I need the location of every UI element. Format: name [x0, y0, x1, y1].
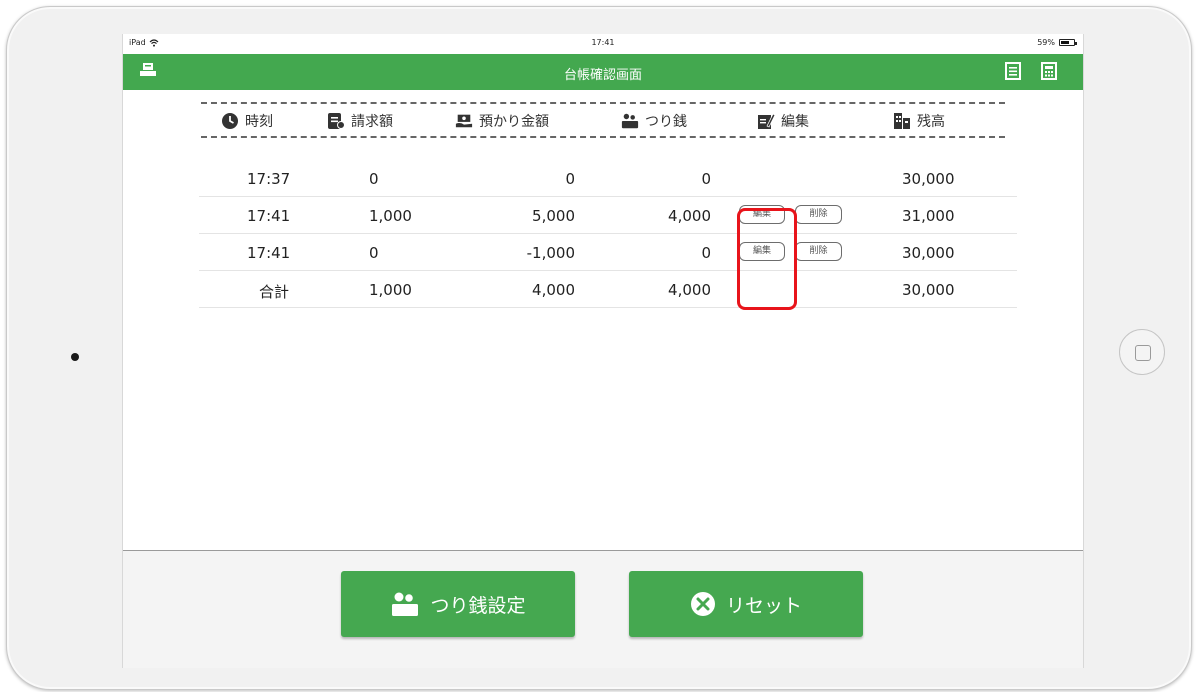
- edit-button[interactable]: 編集: [739, 205, 785, 224]
- cell-change: 0: [701, 244, 711, 262]
- cell-deposit: 5,000: [532, 207, 575, 225]
- total-deposit: 4,000: [532, 281, 575, 299]
- header-time-label: 時刻: [245, 114, 273, 130]
- delete-button[interactable]: 削除: [795, 205, 842, 224]
- cell-time: 17:41: [247, 244, 291, 262]
- cell-deposit: -1,000: [526, 244, 575, 262]
- ledger-table: 17:37 0 0 0 30,000 17:41 1,000 5,000 4,0…: [199, 160, 1017, 308]
- invoice-icon: [328, 113, 345, 129]
- header-billed: 請求額: [327, 111, 393, 131]
- header-edit-label: 編集: [781, 114, 809, 130]
- header-balance: 残高: [893, 111, 945, 131]
- ledger-content: 時刻 請求額 預かり金額 つり銭 編集 残高 17:37 0 0 0 30,00…: [123, 90, 1083, 551]
- cell-time: 17:37: [247, 170, 291, 188]
- home-button[interactable]: [1119, 329, 1165, 375]
- total-balance: 30,000: [902, 281, 955, 299]
- balance-building-icon: [894, 113, 910, 129]
- change-setting-label: つり銭設定: [430, 594, 526, 617]
- delete-button[interactable]: 削除: [795, 242, 842, 261]
- header-change-label: つり銭: [645, 114, 687, 130]
- header-time: 時刻: [221, 111, 273, 131]
- cell-change: 4,000: [668, 207, 711, 225]
- change-setting-button[interactable]: つり銭設定: [341, 571, 575, 637]
- cell-billed: 0: [369, 244, 379, 262]
- cell-change: 0: [701, 170, 711, 188]
- total-row: 合計 1,000 4,000 4,000 30,000: [199, 271, 1017, 308]
- calculator-icon[interactable]: [1041, 62, 1057, 84]
- total-billed: 1,000: [369, 281, 412, 299]
- total-change: 4,000: [668, 281, 711, 299]
- nav-bar: 台帳確認画面: [123, 54, 1083, 90]
- clock-icon: [222, 113, 238, 129]
- header-change: つり銭: [621, 111, 687, 131]
- cell-billed: 0: [369, 170, 379, 188]
- close-circle-icon: [690, 592, 715, 616]
- cell-deposit: 0: [565, 170, 575, 188]
- header-deposit-label: 預かり金額: [479, 114, 549, 130]
- header-deposit: 預かり金額: [455, 111, 549, 131]
- header-edit: 編集: [757, 111, 809, 131]
- page-title: 台帳確認画面: [563, 68, 642, 83]
- table-row: 17:41 0 -1,000 0 編集 削除 30,000: [199, 234, 1017, 271]
- status-right: 59%: [1037, 38, 1077, 47]
- table-row: 17:41 1,000 5,000 4,000 編集 削除 31,000: [199, 197, 1017, 234]
- header-balance-label: 残高: [917, 114, 945, 130]
- cell-time: 17:41: [247, 207, 291, 225]
- header-billed-label: 請求額: [351, 114, 393, 130]
- screen: iPad 17:41 59% 台帳確認画面 時刻 請求額 預かり金額 つり銭 編…: [122, 34, 1084, 668]
- cash-hand-icon: [455, 114, 473, 128]
- battery-percent: 59%: [1037, 38, 1055, 47]
- change-coins-icon: [392, 592, 419, 616]
- table-row: 17:37 0 0 0 30,000: [199, 160, 1017, 197]
- cell-balance: 30,000: [902, 244, 955, 262]
- change-coins-icon: [621, 113, 639, 129]
- reset-button[interactable]: リセット: [629, 571, 863, 637]
- ledger-list-icon[interactable]: [1005, 62, 1021, 84]
- footer-bar: つり銭設定 リセット: [123, 550, 1083, 668]
- status-time: 17:41: [591, 38, 615, 47]
- total-label: 合計: [259, 283, 290, 301]
- column-header: 時刻 請求額 預かり金額 つり銭 編集 残高: [201, 102, 1005, 138]
- cell-balance: 30,000: [902, 170, 955, 188]
- edit-button[interactable]: 編集: [739, 242, 785, 261]
- cell-balance: 31,000: [902, 207, 955, 225]
- cell-billed: 1,000: [369, 207, 412, 225]
- edit-pencil-icon: [758, 113, 775, 129]
- camera: [71, 353, 79, 361]
- reset-label: リセット: [725, 594, 802, 617]
- status-bar: iPad 17:41 59%: [123, 34, 1083, 54]
- battery-icon: [1059, 39, 1077, 46]
